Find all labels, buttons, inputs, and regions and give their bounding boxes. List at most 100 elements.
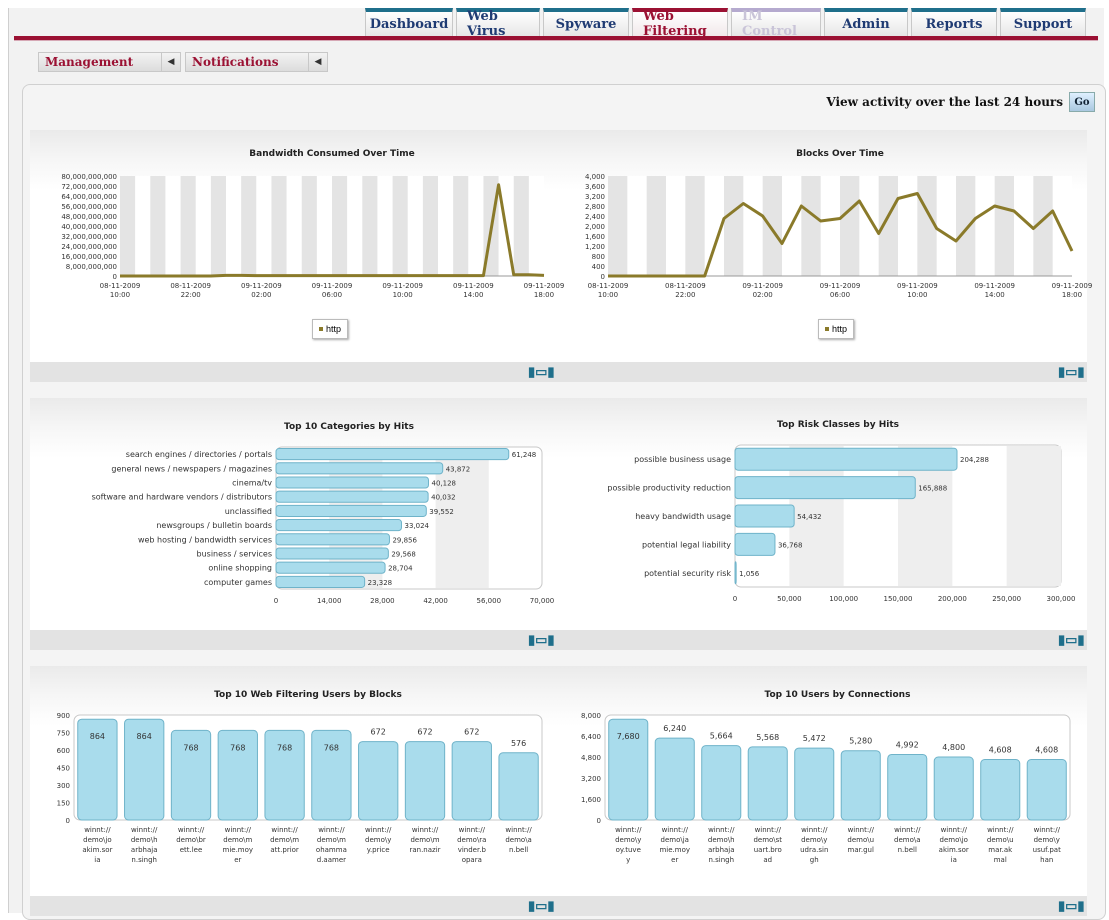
category-label: web hosting / bandwidth services <box>138 535 272 544</box>
bar <box>933 756 974 821</box>
category-label: winnt://demo\jo akim.sor ia <box>82 826 112 864</box>
category-label: computer games <box>204 578 272 587</box>
bar-value-label: 768 <box>230 743 245 752</box>
category-label: winnt://demo\h arbhaja n.singh <box>131 826 158 864</box>
chart-title: Top Risk Classes by Hits <box>777 420 899 430</box>
bar <box>840 750 881 821</box>
bar <box>275 575 366 588</box>
y-tick-label: 800 <box>592 253 605 261</box>
x-tick-label: 56,000 <box>477 597 502 605</box>
category-label: winnt://demo\h arbhaja n.singh <box>708 826 735 864</box>
bar-value-label: 4,992 <box>896 740 919 749</box>
y-tick-label: 32,000,000,000 <box>61 233 117 241</box>
bar-value-label: 5,664 <box>710 732 733 741</box>
bar <box>275 561 386 574</box>
bar <box>275 547 389 560</box>
y-tick-label: 3,600 <box>585 183 605 191</box>
bar-value-label: 40,032 <box>431 494 456 502</box>
y-tick-label: 16,000,000,000 <box>61 253 117 261</box>
category-label: software and hardware vendors / distribu… <box>92 493 272 502</box>
plot-band <box>627 176 647 276</box>
x-tick-label: 42,000 <box>423 597 448 605</box>
bar <box>747 746 788 821</box>
x-tick-label: 08-11-2009 22:00 <box>665 282 706 299</box>
y-tick-label: 2,000 <box>585 223 605 231</box>
x-tick-label: 08-11-2009 10:00 <box>588 282 629 299</box>
bar-value-label: 23,328 <box>368 579 393 587</box>
y-tick-label: 150 <box>57 800 70 808</box>
x-tick-label: 09-11-2009 06:00 <box>820 282 861 299</box>
plot-band <box>347 176 363 276</box>
plot-band <box>165 176 181 276</box>
bar <box>734 561 737 585</box>
category-label: winnt://demo\y oy.tuve y <box>615 826 642 864</box>
y-tick-label: 2,800 <box>585 203 605 211</box>
plot-band <box>975 176 995 276</box>
bar-value-label: 5,568 <box>756 733 779 742</box>
plot-band <box>743 176 763 276</box>
bar-value-label: 7,680 <box>617 732 640 741</box>
x-tick-label: 28,000 <box>370 597 395 605</box>
bar <box>980 759 1021 821</box>
x-tick-label: 0 <box>733 595 737 603</box>
bar <box>734 447 958 471</box>
category-label: winnt://demo\ra vinder.b opara <box>457 826 486 864</box>
bar <box>734 504 795 528</box>
x-tick-label: 200,000 <box>938 595 967 603</box>
y-tick-label: 1,600 <box>585 233 605 241</box>
category-label: winnt://demo\y udra.sin gh <box>800 826 828 864</box>
category-label: business / services <box>197 550 272 559</box>
y-tick-label: 900 <box>57 712 70 720</box>
bar <box>498 752 539 821</box>
bar <box>358 741 399 821</box>
bar-value-label: 672 <box>464 728 479 737</box>
bar-value-label: 33,024 <box>404 522 429 530</box>
x-tick-label: 09-11-2009 18:00 <box>524 282 565 299</box>
y-tick-label: 8,000,000,000 <box>66 263 117 271</box>
y-tick-label: 1,200 <box>585 243 605 251</box>
bar-value-label: 29,568 <box>391 551 416 559</box>
y-tick-label: 0 <box>601 273 605 281</box>
y-tick-label: 40,000,000,000 <box>61 223 117 231</box>
category-label: winnt://demo\m mie.moy er <box>223 826 254 864</box>
plot-band <box>898 176 918 276</box>
y-tick-label: 4,800 <box>581 754 601 762</box>
charts-layer: Bandwidth Consumed Over Time 0 8,000,000,0… <box>57 149 1093 864</box>
category-label: winnt://demo\ja mie.moy er <box>659 826 690 864</box>
y-tick-label: 72,000,000,000 <box>61 183 117 191</box>
y-tick-label: 64,000,000,000 <box>61 193 117 201</box>
bar-value-label: 768 <box>324 743 339 752</box>
chart-title: Top 10 Web Filtering Users by Blocks <box>214 690 402 700</box>
bar-value-label: 165,888 <box>918 485 947 493</box>
y-tick-label: 24,000,000,000 <box>61 243 117 251</box>
x-tick-label: 09-11-2009 10:00 <box>382 282 423 299</box>
x-tick-label: 150,000 <box>884 595 913 603</box>
x-tick-label: 08-11-2009 22:00 <box>170 282 211 299</box>
y-tick-label: 750 <box>57 730 70 738</box>
category-label: cinema/tv <box>232 479 272 488</box>
category-label: winnt://demo\m ran.nazir <box>409 826 440 854</box>
x-tick-label: 09-11-2009 06:00 <box>312 282 353 299</box>
x-tick-label: 50,000 <box>777 595 802 603</box>
x-tick-label: 09-11-2009 14:00 <box>453 282 494 299</box>
bar-value-label: 204,288 <box>960 456 989 464</box>
plot-band <box>195 176 211 276</box>
y-tick-label: 8,000 <box>581 712 601 720</box>
y-tick-label: 3,200 <box>585 193 605 201</box>
bar-value-label: 43,872 <box>446 465 471 473</box>
bar-value-label: 4,800 <box>942 743 965 752</box>
x-tick-label: 09-11-2009 02:00 <box>241 282 282 299</box>
category-label: winnt://demo\u mar.ak mal <box>987 826 1014 864</box>
x-tick-label: 250,000 <box>992 595 1021 603</box>
bar-value-label: 39,552 <box>429 508 454 516</box>
y-tick-label: 4,000 <box>585 173 605 181</box>
category-label: winnt://demo\y usuf.pat han <box>1033 826 1061 864</box>
bar-value-label: 672 <box>371 728 386 737</box>
category-label: search engines / directories / portals <box>126 450 272 459</box>
x-tick-label: 0 <box>274 597 278 605</box>
x-tick-label: 09-11-2009 14:00 <box>974 282 1015 299</box>
bar <box>275 490 429 503</box>
plot-band <box>226 176 242 276</box>
plot-band <box>468 176 484 276</box>
y-tick-label: 2,400 <box>585 213 605 221</box>
